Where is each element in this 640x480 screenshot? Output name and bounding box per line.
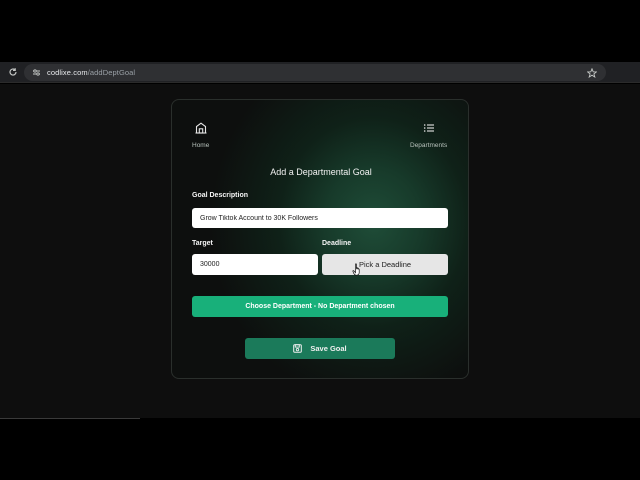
add-goal-card: Home Departments Add a Departmental Goal… (171, 99, 469, 379)
reload-icon[interactable] (6, 65, 20, 79)
page-title: Add a Departmental Goal (270, 167, 372, 177)
nav-home[interactable]: Home (192, 121, 209, 149)
nav-departments-label: Departments (410, 142, 448, 149)
url-path: /addDeptGoal (87, 68, 136, 77)
target-label: Target (192, 240, 213, 247)
bookmark-star-icon[interactable] (585, 66, 598, 79)
site-settings-icon[interactable] (29, 66, 43, 80)
save-goal-button[interactable]: Save Goal (245, 338, 395, 359)
browser-toolbar: codlixe.com/addDeptGoal (0, 62, 640, 141)
pick-deadline-button[interactable]: Pick a Deadline (322, 254, 448, 275)
goal-description-input[interactable] (192, 208, 448, 228)
nav-home-label: Home (192, 142, 210, 149)
url-host: codlixe.com (47, 68, 88, 77)
address-bar[interactable]: codlixe.com/addDeptGoal (24, 64, 606, 81)
screen-bottom-letterbox (0, 418, 640, 480)
deadline-label: Deadline (322, 240, 352, 247)
screen-top-letterbox (0, 0, 640, 62)
target-input[interactable] (192, 254, 318, 275)
url-text[interactable]: codlixe.com/addDeptGoal (47, 68, 135, 77)
list-icon (423, 121, 435, 139)
save-icon (293, 344, 303, 353)
home-icon (195, 121, 207, 139)
save-goal-label: Save Goal (310, 344, 347, 353)
horizontal-scrollbar[interactable] (0, 418, 140, 419)
choose-department-button[interactable]: Choose Department - No Department chosen (192, 296, 448, 317)
nav-departments[interactable]: Departments (410, 121, 447, 149)
hand-pointer-cursor-icon (352, 263, 362, 276)
goal-description-label: Goal Description (192, 192, 249, 199)
